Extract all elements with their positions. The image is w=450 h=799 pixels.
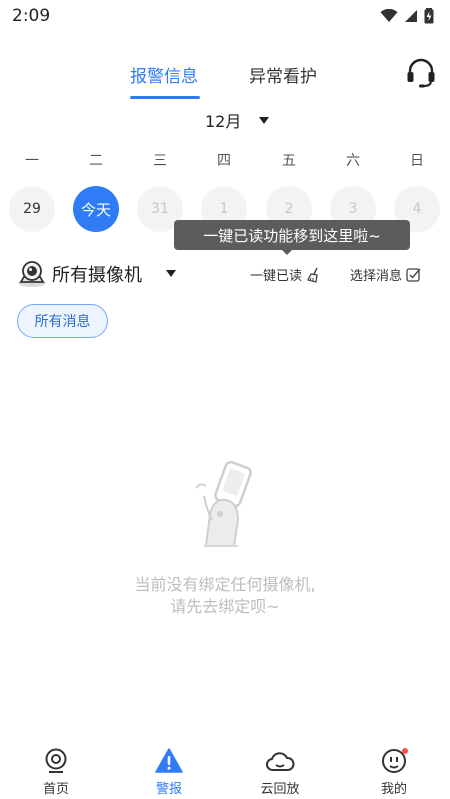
cloud-icon (266, 752, 295, 771)
top-tabs: 报警信息 异常看护 (0, 52, 450, 102)
nav-label: 警报 (155, 782, 182, 797)
nav-item-alert[interactable]: 警报 (134, 740, 204, 799)
select-messages-label: 选择消息 (350, 269, 403, 284)
select-messages-button[interactable]: 选择消息 (350, 265, 421, 284)
weekday-label: 五 (282, 153, 296, 169)
month-label: 12月 (205, 112, 242, 131)
camera-filter-label[interactable]: 所有摄像机 (52, 261, 142, 287)
nav-label: 首页 (42, 782, 69, 797)
empty-state-line-1: 当前没有绑定任何摄像机, (134, 575, 316, 594)
read-all-label: 一键已读 (250, 269, 303, 284)
month-picker[interactable]: 12月 (205, 108, 270, 132)
alert-icon (155, 748, 183, 773)
weekday-label: 日 (410, 153, 424, 169)
weekday-label: 四 (217, 153, 231, 169)
battery-charging-icon (424, 8, 434, 24)
weekday-label: 一 (25, 153, 39, 169)
read-all-tooltip: 一键已读功能移到这里啦~ (174, 220, 410, 250)
wifi-icon (380, 9, 398, 22)
date-cell[interactable]: 29 (9, 186, 55, 232)
nav-item-home[interactable]: 首页 (21, 740, 91, 799)
weekday-label: 三 (153, 153, 167, 169)
status-bar: 2:09 (0, 0, 450, 32)
weekday-label: 二 (89, 153, 103, 169)
checkbox-icon (406, 268, 421, 282)
status-time: 2:09 (12, 6, 51, 26)
nav-label: 云回放 (260, 782, 300, 797)
broom-icon (307, 267, 318, 283)
tooltip-arrow (281, 249, 293, 255)
bottom-nav: 首页 警报 云回放 我的 (0, 740, 450, 799)
nav-item-cloud-playback[interactable]: 云回放 (245, 740, 315, 799)
nav-item-mine[interactable]: 我的 (359, 740, 429, 799)
status-icons (380, 8, 434, 24)
read-all-button[interactable]: 一键已读 (250, 265, 322, 284)
all-messages-chip[interactable]: 所有消息 (17, 304, 108, 338)
empty-state-line-2: 请先去绑定呗~ (170, 597, 280, 616)
chevron-down-icon[interactable] (166, 270, 176, 277)
signal-icon (405, 10, 417, 22)
active-tab-indicator (130, 96, 200, 99)
weekday-label: 六 (346, 153, 360, 169)
weekday-row: 一 二 三 四 五 六 日 (0, 150, 450, 170)
empty-state-message: 当前没有绑定任何摄像机, 请先去绑定呗~ (0, 574, 450, 618)
date-cell-today[interactable]: 今天 (73, 186, 119, 232)
home-camera-icon (45, 748, 67, 773)
camera-icon (18, 261, 46, 287)
nav-label: 我的 (380, 782, 407, 797)
empty-state-illustration (195, 460, 252, 547)
camera-filter-row: 所有摄像机 一键已读 选择消息 (0, 256, 450, 290)
headset-icon[interactable] (404, 55, 438, 89)
chevron-down-icon (259, 116, 270, 124)
notification-badge (402, 748, 408, 754)
tab-alarm-info[interactable]: 报警信息 (130, 62, 198, 87)
tab-abnormal-care[interactable]: 异常看护 (249, 62, 317, 87)
